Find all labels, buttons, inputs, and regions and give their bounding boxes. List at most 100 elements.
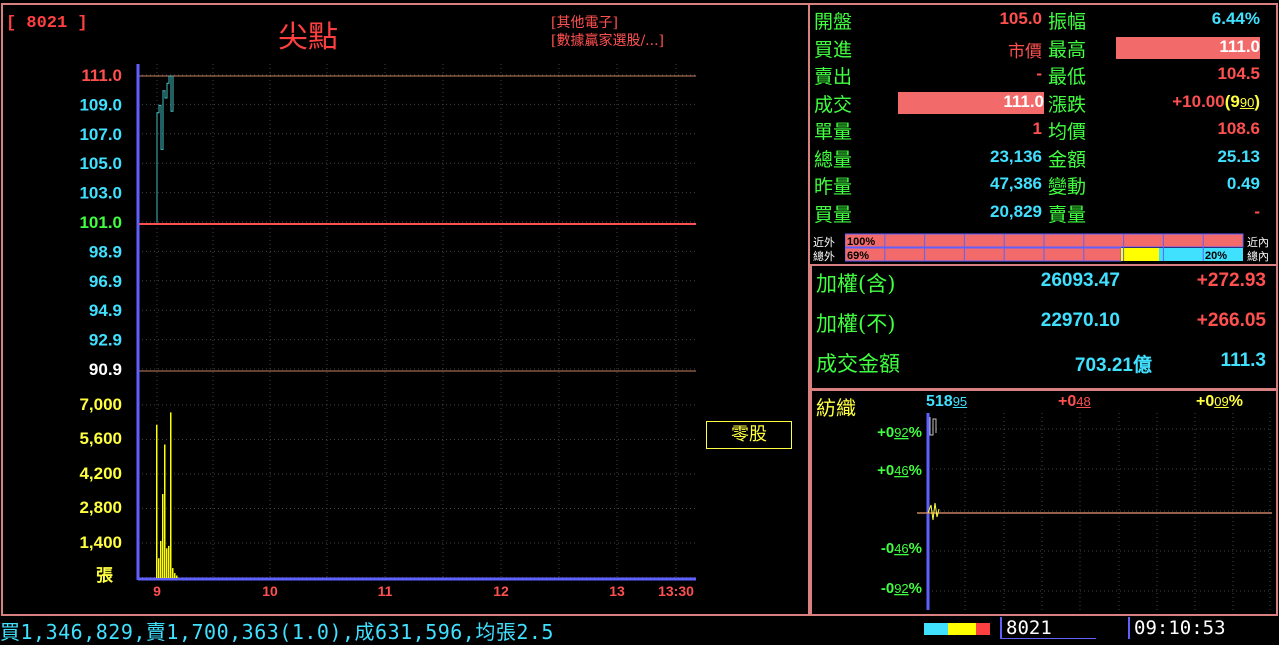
price-tick-label: 90.9 <box>89 360 122 379</box>
time-axis-labels: 9 10 11 12 13 13:30 <box>153 583 694 599</box>
status-time: 09:10:53 <box>1128 617 1226 639</box>
volume-bar <box>174 573 176 578</box>
volume-bar <box>158 558 160 578</box>
total-in-label: 總內 <box>1247 250 1269 263</box>
intraday-chart: 111.0109.0107.0105.0103.0101.098.996.994… <box>79 64 696 599</box>
quote-value-unitvol: 1 <box>1032 119 1042 138</box>
volume-bar <box>164 444 166 578</box>
total-out-label: 總外 <box>813 250 835 263</box>
quote-label-avg: 均價 <box>1048 121 1087 143</box>
quote-value-amount: 25.13 <box>1217 146 1260 166</box>
chart-grid <box>136 64 696 581</box>
price-tick-label: 105.0 <box>79 154 122 173</box>
price-tick-label: 107.0 <box>79 125 122 144</box>
weighted-incl-value: 26093.47 <box>1040 270 1120 291</box>
sector-series <box>929 417 937 436</box>
quote-value-sellvol: - <box>1254 201 1260 221</box>
volume-axis-labels: 7,000 5,600 4,200 2,800 1,400 張 <box>79 395 122 585</box>
quote-value-avg: 108.6 <box>1217 119 1260 138</box>
total-out-pct: 69% <box>847 250 869 262</box>
volume-bar <box>166 548 168 578</box>
price-tick-label: 96.9 <box>89 272 122 291</box>
quote-label-yvol: 昨量 <box>814 176 853 198</box>
quote-label-trade: 成交 <box>814 93 853 116</box>
volume-tick-label: 張 <box>96 566 114 585</box>
quote-label-ask: 賣出 <box>814 66 853 88</box>
time-tick-label: 9 <box>153 583 161 599</box>
volume-bar <box>176 575 178 578</box>
quote-label-chg: 漲跌 <box>1048 93 1087 116</box>
sector-chart: +092% +046% -046% -092% <box>877 413 1272 610</box>
volume-bar <box>162 494 164 578</box>
volume-bar <box>168 545 170 578</box>
price-tick-label: 109.0 <box>79 95 122 114</box>
status-code: 8021 <box>1000 617 1096 639</box>
sector-axis-label: -092% <box>881 580 922 597</box>
total-in-pct: 20% <box>1205 250 1227 262</box>
sector-axis-label: -046% <box>881 540 922 557</box>
time-tick-label: 12 <box>493 583 509 599</box>
price-tick-label: 92.9 <box>89 331 122 350</box>
price-tick-label: 111.0 <box>81 66 122 85</box>
time-tick-label: 11 <box>378 583 393 599</box>
quote-value-amp: 6.44% <box>1211 9 1260 28</box>
quote-label-change: 變動 <box>1048 176 1087 198</box>
quote-label-amount: 金額 <box>1048 148 1087 171</box>
quote-label-open: 開盤 <box>814 11 853 33</box>
volume-bars <box>156 412 178 578</box>
volume-bar <box>160 540 162 578</box>
price-tick-label: 103.0 <box>79 184 122 203</box>
price-tick-label: 98.9 <box>89 242 122 261</box>
weighted-incl-label: 加權(含) <box>816 272 896 296</box>
quote-label-totvol: 總量 <box>814 148 853 171</box>
quote-value-yvol: 47,386 <box>990 174 1042 193</box>
time-tick-label: 10 <box>262 583 278 599</box>
price-tick-label: 94.9 <box>89 301 122 320</box>
volume-tick-label: 2,800 <box>79 498 122 517</box>
weighted-excl-value: 22970.10 <box>1040 310 1120 331</box>
chg-pct: 9 <box>1230 91 1240 111</box>
quote-value-open: 105.0 <box>999 9 1042 28</box>
volume-tick-label: 5,600 <box>79 429 122 448</box>
ticker-text: 買1,346,829,賣1,700,363(1.0),成631,596,均張2.… <box>0 620 554 644</box>
weighted-excl-change: +266.05 <box>1196 310 1266 331</box>
chg-pct-dec: 90 <box>1239 94 1255 110</box>
quote-value-low: 104.5 <box>1217 64 1260 83</box>
turnover-label: 成交金額 <box>816 352 900 376</box>
volume-tick-label: 4,200 <box>79 464 122 483</box>
quote-value-bid: 市價 <box>1008 41 1042 62</box>
odd-lot-button[interactable]: 零股 <box>706 421 792 449</box>
quote-label-sellvol: 賣量 <box>1048 203 1087 226</box>
ratio-bars: 100% 69% 20% <box>845 233 1244 262</box>
status-ratio-bar <box>924 623 990 635</box>
price-axis-labels: 111.0 109.0 107.0 105.0 103.0 101.0 98.9 96.9 94… <box>79 66 122 379</box>
price-tick-label: 101.0 <box>79 213 122 232</box>
time-tick-label: 13 <box>609 583 625 599</box>
turnover-extra: 111.3 <box>1220 350 1266 371</box>
chg-value: +10.00 <box>1172 91 1225 111</box>
volume-bar <box>172 568 174 578</box>
sector-axis-label: +046% <box>877 462 922 479</box>
price-series <box>156 75 174 223</box>
turnover-value: 703.21億 <box>1074 355 1152 376</box>
quote-label-buyvol: 買量 <box>814 203 853 226</box>
quote-label-amp: 振幅 <box>1048 11 1087 33</box>
sector-volume-marks <box>927 502 940 521</box>
volume-tick-label: 7,000 <box>79 395 122 414</box>
volume-bar <box>156 424 158 578</box>
quote-label-high: 最高 <box>1048 38 1087 61</box>
quote-value-ask: - <box>1036 64 1042 83</box>
quote-value-trade: 111.0 <box>898 91 1044 114</box>
volume-bar <box>170 412 172 578</box>
quote-value-buyvol: 20,829 <box>990 201 1042 221</box>
quote-label-unitvol: 單量 <box>814 121 853 143</box>
weighted-incl-change: +272.93 <box>1196 270 1266 291</box>
quote-label-bid: 買進 <box>814 38 853 61</box>
quote-value-change: 0.49 <box>1226 174 1260 193</box>
quote-value-chg: +10.00(990) <box>1172 91 1260 111</box>
sector-axis-label: +092% <box>877 424 922 441</box>
price-line <box>156 75 174 223</box>
near-out-pct: 100% <box>847 236 875 248</box>
volume-tick-label: 1,400 <box>79 533 122 552</box>
time-tick-label: 13:30 <box>658 583 694 599</box>
